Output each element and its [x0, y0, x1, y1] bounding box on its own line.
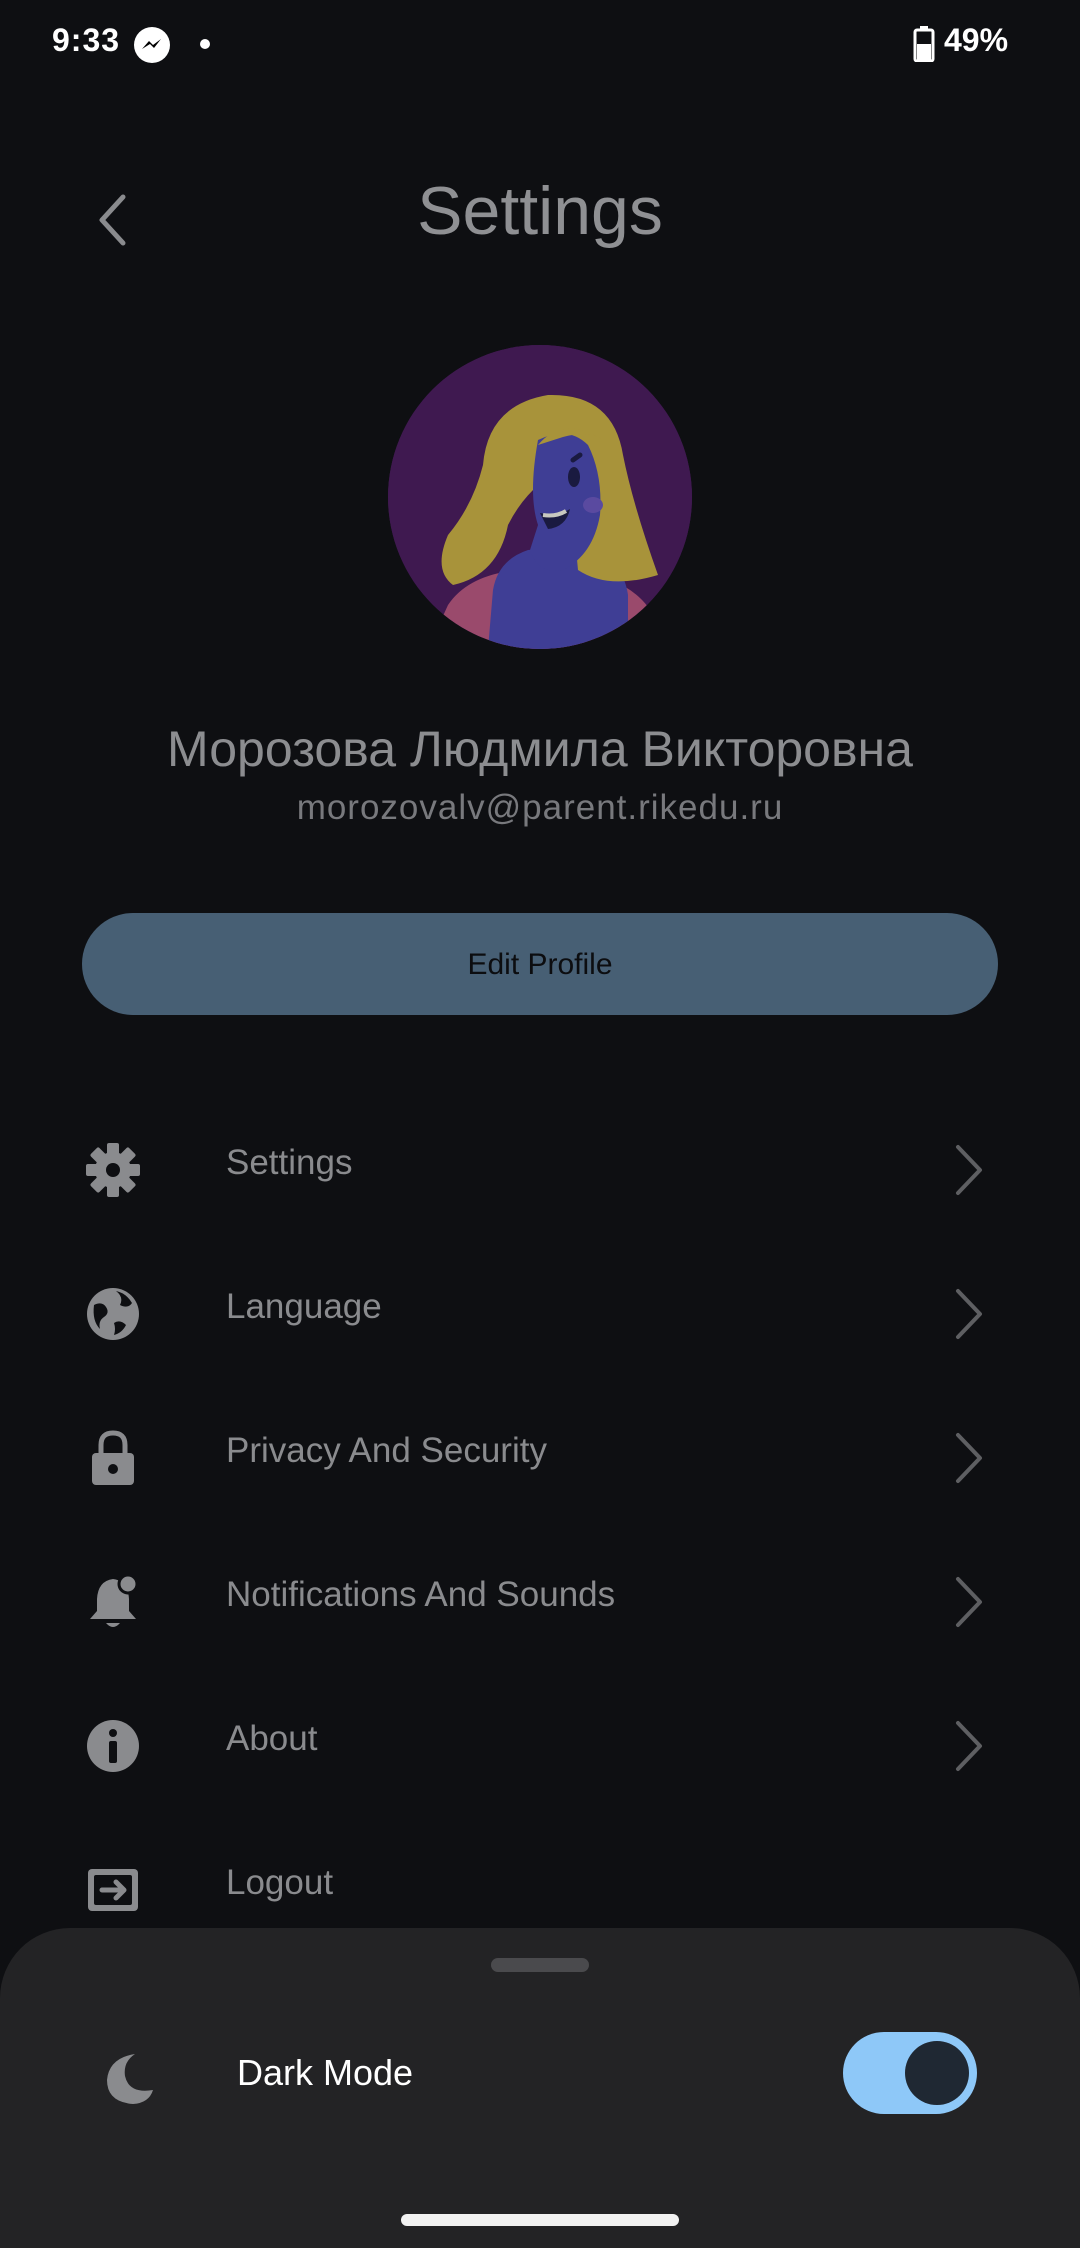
avatar-illustration	[388, 345, 692, 649]
gear-icon	[86, 1143, 140, 1197]
battery-percent: 49%	[944, 22, 1009, 58]
lock-icon	[92, 1430, 134, 1485]
status-bar: 9:33 49%	[0, 0, 1080, 90]
gesture-nav-bar[interactable]	[401, 2214, 679, 2226]
dark-mode-label: Dark Mode	[237, 2052, 414, 2093]
messenger-icon	[134, 27, 170, 63]
globe-icon	[87, 1288, 139, 1340]
dark-mode-sheet: Dark Mode	[0, 1928, 1080, 2248]
moon-icon	[107, 2054, 153, 2104]
toggle-knob	[905, 2041, 969, 2105]
edit-profile-button[interactable]: Edit Profile	[82, 913, 998, 1015]
user-name: Морозова Людмила Викторовна	[167, 721, 913, 777]
menu-item-label: Notifications And Sounds	[226, 1575, 616, 1614]
chevron-right-icon	[956, 1145, 982, 1195]
sheet-drag-handle[interactable]	[491, 1958, 589, 1972]
chevron-right-icon	[956, 1289, 982, 1339]
dark-mode-toggle[interactable]	[843, 2032, 977, 2114]
avatar[interactable]	[388, 345, 692, 649]
bell-icon	[90, 1573, 139, 1627]
dot-icon	[200, 39, 210, 49]
menu-item-privacy-security[interactable]: Privacy And Security	[0, 1391, 1080, 1511]
menu-item-settings[interactable]: Settings	[0, 1103, 1080, 1223]
menu-item-label: Settings	[226, 1143, 353, 1182]
menu-item-language[interactable]: Language	[0, 1247, 1080, 1367]
chevron-right-icon	[956, 1721, 982, 1771]
chevron-right-icon	[956, 1433, 982, 1483]
logout-icon	[88, 1869, 138, 1911]
chevron-right-icon	[956, 1577, 982, 1627]
status-time: 9:33	[52, 22, 121, 58]
user-email: morozovalv@parent.rikedu.ru	[296, 788, 784, 827]
menu-item-logout[interactable]: Logout	[0, 1823, 1080, 1943]
menu-item-label: Logout	[226, 1863, 334, 1902]
page-title: Settings	[417, 173, 663, 249]
menu-item-label: About	[226, 1719, 318, 1758]
screen: 9:33 49% Settings Морозова Людмила Викто…	[0, 0, 1080, 2248]
menu-item-notifications-sounds[interactable]: Notifications And Sounds	[0, 1535, 1080, 1655]
menu-item-label: Privacy And Security	[226, 1431, 547, 1470]
menu-item-about[interactable]: About	[0, 1679, 1080, 1799]
battery-icon	[913, 26, 935, 63]
menu-item-label: Language	[226, 1287, 382, 1326]
info-icon	[87, 1720, 139, 1772]
